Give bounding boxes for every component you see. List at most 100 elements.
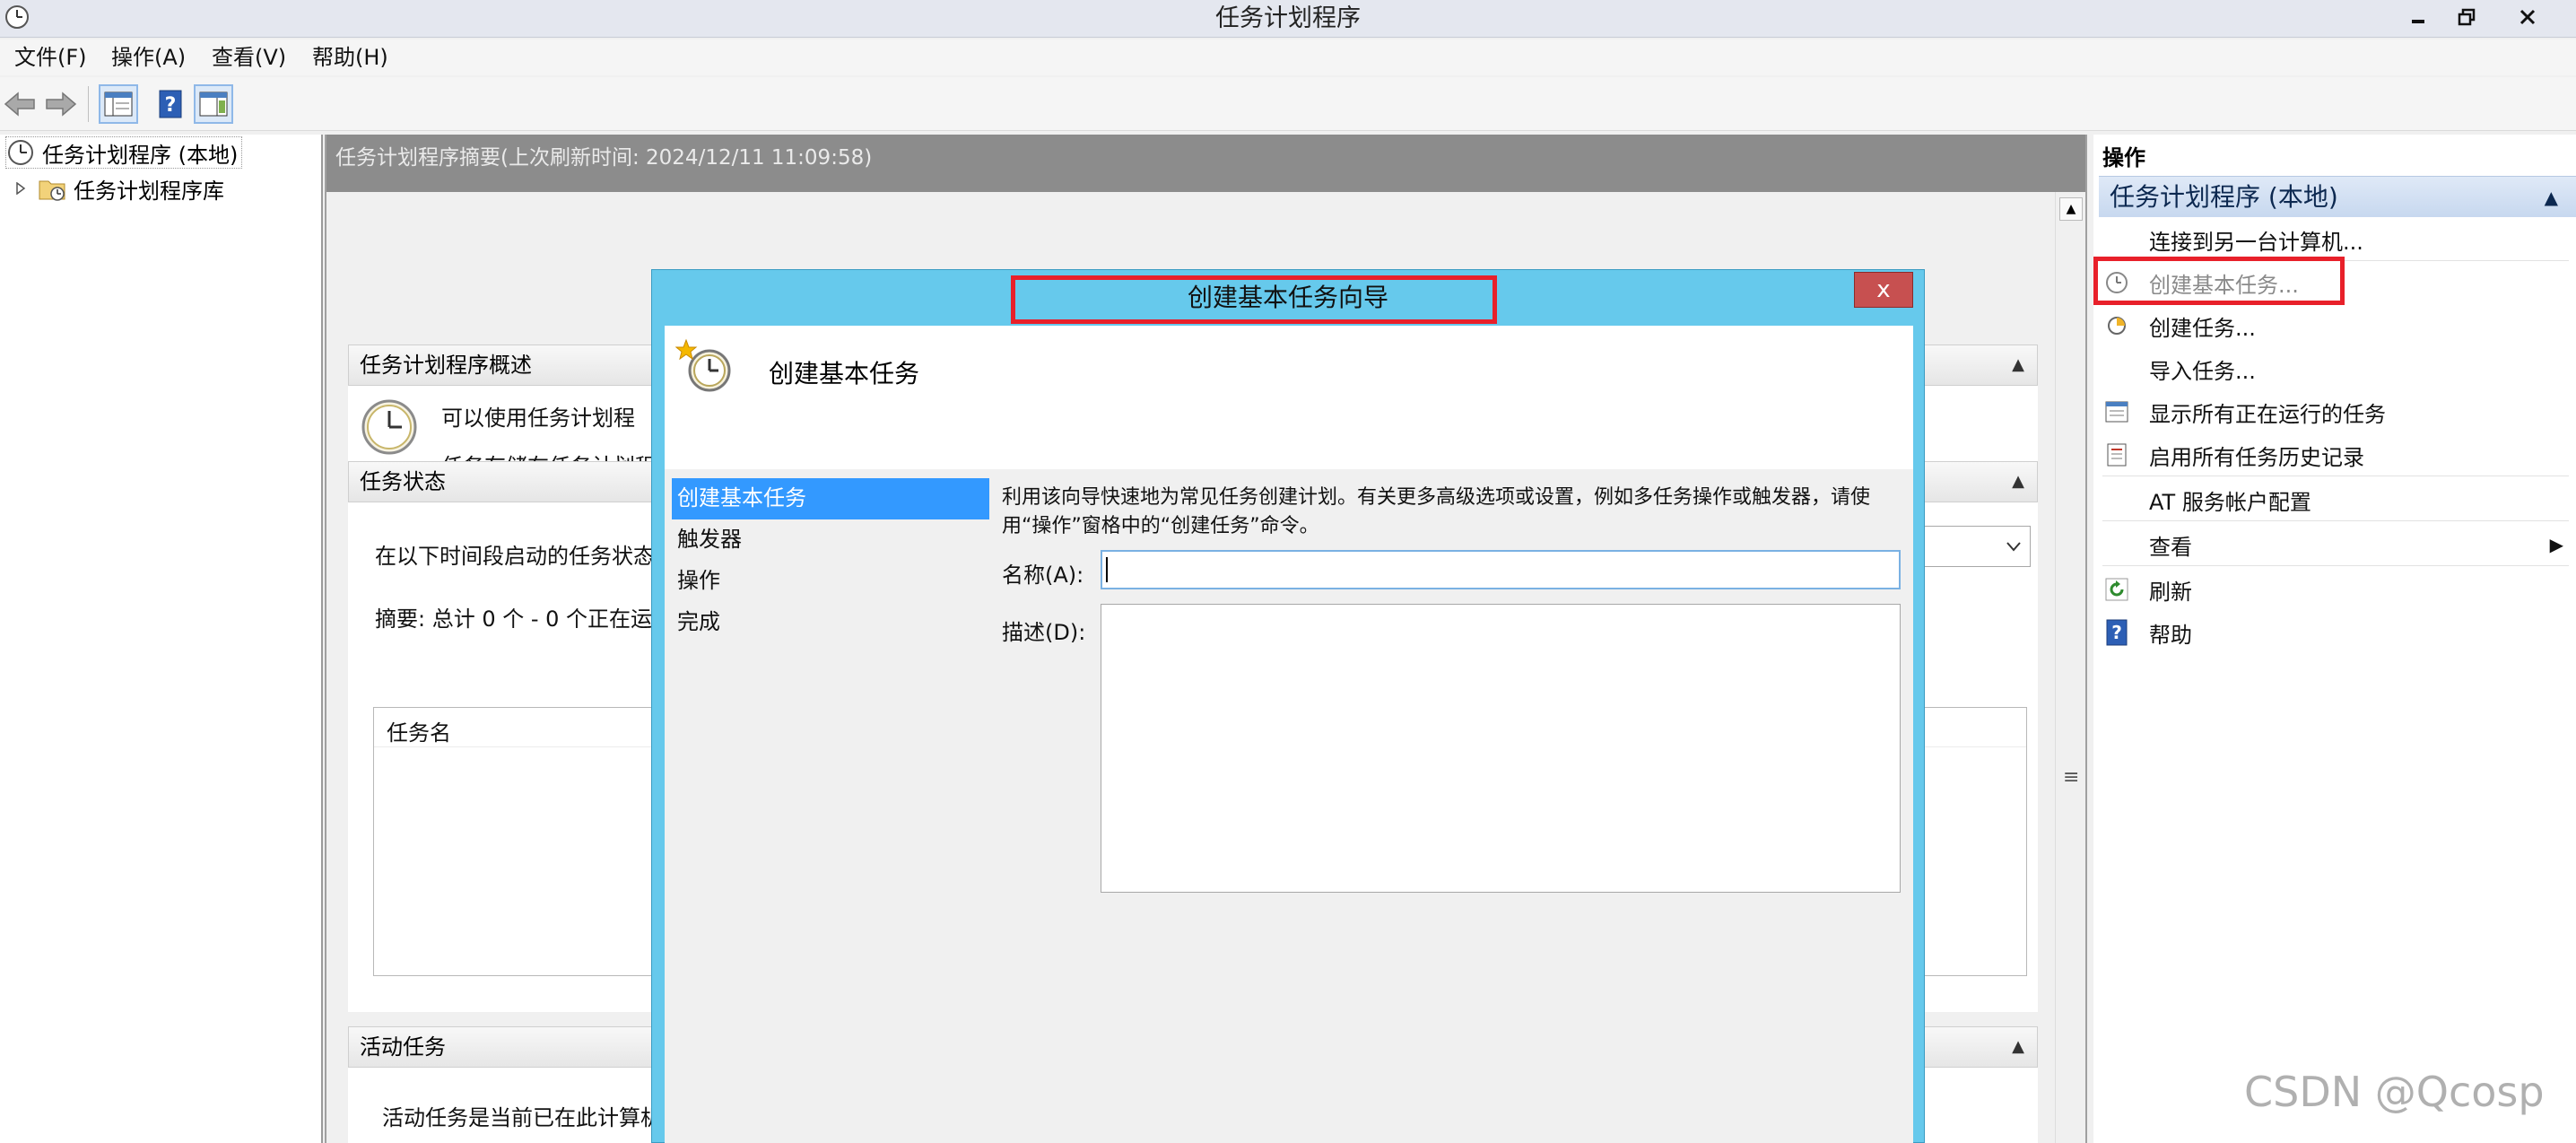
show-action-pane-button[interactable] — [194, 84, 233, 124]
action-separator — [2102, 565, 2569, 566]
status-period-label: 在以下时间段启动的任务状态 — [375, 544, 655, 569]
description-textarea[interactable] — [1101, 604, 1901, 893]
create-basic-task-wizard: 创建基本任务向导 x 创建基本任务 创建基本任务 触发器 操作 完成 利用该向导… — [651, 269, 1925, 1143]
close-window-button[interactable] — [2504, 0, 2551, 34]
active-text: 活动任务是当前已在此计算机 — [382, 1105, 662, 1130]
scroll-grip-icon[interactable]: ≡ — [2063, 766, 2079, 789]
collapse-icon[interactable]: ▲ — [2012, 345, 2024, 385]
expand-arrow-icon[interactable] — [14, 182, 27, 195]
wizard-clock-icon — [675, 338, 731, 392]
action-label: 创建任务... — [2149, 315, 2256, 341]
svg-text:?: ? — [165, 94, 177, 117]
back-arrow-icon — [4, 92, 35, 117]
action-show-running-tasks[interactable]: 显示所有正在运行的任务 — [2102, 393, 2569, 431]
forward-arrow-icon — [46, 92, 77, 117]
step-finish[interactable]: 完成 — [672, 602, 989, 643]
large-clock-icon — [361, 399, 417, 455]
create-task-icon — [2102, 311, 2131, 340]
minimize-button[interactable] — [2395, 0, 2441, 34]
scroll-up-icon[interactable]: ▲ — [2059, 197, 2083, 221]
close-icon — [2519, 9, 2536, 25]
restore-icon — [2458, 8, 2476, 26]
submenu-arrow-icon: ▶ — [2549, 534, 2563, 555]
console-tree-icon — [104, 92, 133, 117]
action-label: 刷新 — [2149, 579, 2192, 605]
back-button[interactable] — [0, 84, 39, 124]
tree-item-task-scheduler-local[interactable]: 任务计划程序 (本地) — [5, 136, 243, 169]
menu-action[interactable]: 操作(A) — [111, 45, 186, 70]
action-connect-computer[interactable]: 连接到另一台计算机... — [2102, 221, 2569, 258]
action-label: 显示所有正在运行的任务 — [2149, 401, 2386, 427]
tree-item-task-library[interactable]: 任务计划程序库 — [14, 172, 224, 205]
collapse-icon[interactable]: ▲ — [2012, 1027, 2024, 1067]
column-task-name[interactable]: 任务名 — [387, 715, 451, 746]
step-trigger[interactable]: 触发器 — [672, 519, 989, 561]
action-import-task[interactable]: 导入任务... — [2102, 350, 2569, 388]
blank-icon — [2102, 485, 2131, 514]
dialog-content: 创建基本任务 创建基本任务 触发器 操作 完成 利用该向导快速地为常见任务创建计… — [665, 326, 1913, 1143]
text-cursor — [1106, 557, 1108, 582]
action-create-task[interactable]: 创建任务... — [2102, 307, 2569, 345]
wizard-steps: 创建基本任务 触发器 操作 完成 — [672, 478, 989, 643]
action-label: 导入任务... — [2149, 358, 2256, 384]
action-label: AT 服务帐户配置 — [2149, 489, 2311, 515]
restore-button[interactable] — [2443, 0, 2490, 34]
tree-item-label: 任务计划程序库 — [74, 178, 224, 204]
toolbar: ? — [0, 77, 2576, 131]
action-refresh[interactable]: 刷新 — [2102, 571, 2569, 608]
action-help[interactable]: ? 帮助 — [2102, 614, 2569, 651]
summary-header: 任务计划程序摘要(上次刷新时间: 2024/12/11 11:09:58) — [326, 135, 2085, 192]
action-view[interactable]: 查看 ▶ — [2102, 526, 2569, 563]
help-toolbar-button[interactable]: ? — [151, 84, 190, 124]
action-at-service-config[interactable]: AT 服务帐户配置 — [2102, 481, 2569, 519]
collapse-icon[interactable]: ▲ — [2012, 462, 2024, 502]
overview-title: 任务计划程序概述 — [360, 353, 532, 378]
status-summary: 摘要: 总计 0 个 - 0 个正在运 — [375, 606, 653, 632]
step-action[interactable]: 操作 — [672, 561, 989, 602]
description-label: 描述(D): — [1002, 620, 1086, 645]
console-tree: 任务计划程序 (本地) 任务计划程序库 — [0, 135, 323, 1143]
action-separator — [2102, 520, 2569, 521]
show-console-tree-button[interactable] — [99, 84, 138, 124]
collapse-icon[interactable]: ▲ — [2545, 177, 2558, 218]
actions-title: 操作 — [2102, 145, 2145, 170]
step-create-basic-task[interactable]: 创建基本任务 — [672, 478, 989, 519]
wizard-description: 利用该向导快速地为常见任务创建计划。有关更多高级选项或设置，例如多任务操作或触发… — [1002, 486, 1871, 537]
help-icon: ? — [2102, 618, 2131, 647]
blank-icon — [2102, 530, 2131, 559]
action-label: 连接到另一台计算机... — [2149, 229, 2363, 255]
action-enable-history[interactable]: 启用所有任务历史记录 — [2102, 436, 2569, 474]
dialog-title-highlight — [1011, 275, 1497, 324]
menu-bar: 文件(F) 操作(A) 查看(V) 帮助(H) — [0, 39, 2576, 75]
action-label: 启用所有任务历史记录 — [2149, 444, 2364, 470]
minimize-icon — [2412, 20, 2424, 23]
running-tasks-icon — [2102, 397, 2131, 426]
tree-item-label: 任务计划程序 (本地) — [42, 142, 239, 168]
blank-icon — [2102, 225, 2131, 254]
status-title: 任务状态 — [360, 469, 446, 494]
folder-clock-icon — [39, 180, 65, 201]
chevron-down-icon — [2006, 542, 2021, 552]
vertical-scrollbar[interactable]: ▲ ≡ — [2055, 192, 2085, 1143]
dialog-close-button[interactable]: x — [1854, 272, 1913, 308]
menu-help[interactable]: 帮助(H) — [312, 45, 388, 70]
active-title: 活动任务 — [360, 1034, 446, 1060]
toolbar-separator — [88, 86, 89, 122]
actions-group-header[interactable]: 任务计划程序 (本地) ▲ — [2099, 176, 2576, 217]
dialog-header-title: 创建基本任务 — [769, 359, 920, 388]
create-basic-task-highlight — [2093, 257, 2345, 305]
title-bar: 任务计划程序 — [0, 0, 2576, 38]
action-label: 帮助 — [2149, 622, 2192, 648]
action-pane-icon — [199, 92, 228, 117]
clock-icon — [8, 140, 33, 165]
window-title: 任务计划程序 — [1215, 4, 1361, 32]
watermark: CSDN @Qcosp — [2244, 1068, 2545, 1116]
refresh-icon — [2102, 575, 2131, 604]
name-input[interactable] — [1101, 550, 1901, 589]
menu-view[interactable]: 查看(V) — [212, 45, 286, 70]
forward-button[interactable] — [41, 84, 81, 124]
svg-text:?: ? — [2111, 622, 2122, 643]
menu-file[interactable]: 文件(F) — [14, 45, 87, 70]
action-label: 查看 — [2149, 534, 2192, 560]
blank-icon — [2102, 354, 2131, 383]
